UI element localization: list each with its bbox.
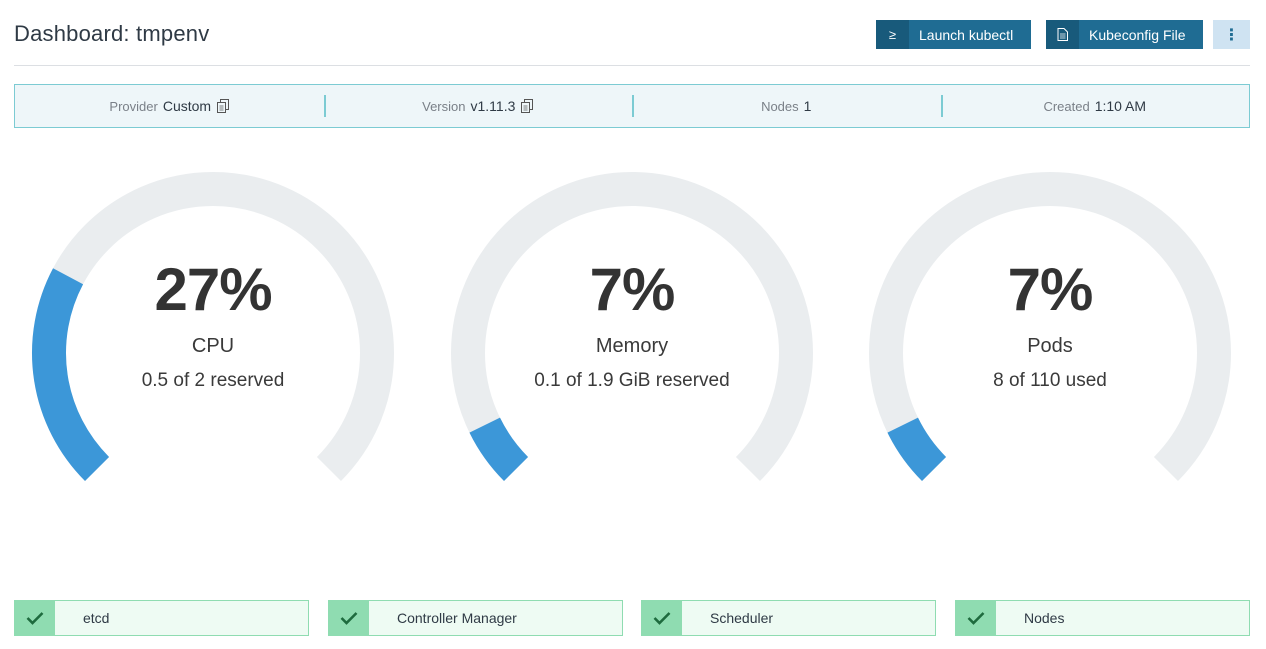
memory-subtitle: 0.1 of 1.9 GiB reserved — [534, 370, 730, 391]
copy-icon[interactable] — [217, 99, 230, 113]
version-value: v1.11.3 — [470, 98, 516, 114]
status-nodes: Nodes — [955, 600, 1250, 636]
kubeconfig-file-button[interactable]: Kubeconfig File — [1046, 20, 1203, 49]
cpu-subtitle: 0.5 of 2 reserved — [141, 370, 285, 391]
status-scheduler: Scheduler — [641, 600, 936, 636]
created-info: Created 1:10 AM — [940, 85, 1250, 127]
pods-percent: 7% — [1007, 256, 1094, 323]
status-label: Controller Manager — [397, 610, 517, 626]
pods-gauge: 7% Pods 8 of 110 used — [865, 170, 1235, 490]
pods-title: Pods — [1027, 335, 1073, 357]
status-controller-manager: Controller Manager — [328, 600, 623, 636]
nodes-label: Nodes — [761, 98, 799, 114]
file-icon — [1046, 20, 1079, 49]
created-value: 1:10 AM — [1094, 98, 1147, 114]
pods-gauge-arc — [869, 172, 1231, 481]
page-header: Dashboard: tmpenv ≥ Launch kubectl Kubec… — [14, 14, 1250, 66]
created-label: Created — [1043, 98, 1090, 114]
provider-label: Provider — [109, 98, 158, 114]
gauge-track — [32, 172, 394, 481]
nodes-value: 1 — [803, 98, 812, 114]
version-info: Version v1.11.3 — [323, 85, 633, 127]
gauge-track — [451, 172, 813, 481]
memory-gauge: 7% Memory 0.1 of 1.9 GiB reserved — [447, 170, 817, 490]
cpu-gauge: 27% CPU 0.5 of 2 reserved — [28, 170, 398, 490]
page-title: Dashboard: tmpenv — [14, 21, 210, 46]
launch-kubectl-label: Launch kubectl — [919, 26, 1014, 43]
status-label: Nodes — [1024, 610, 1065, 626]
cpu-gauge-arc — [32, 172, 394, 481]
gauge-fill — [887, 417, 947, 481]
checkmark-icon — [956, 601, 996, 635]
memory-title: Memory — [595, 335, 669, 357]
header-actions: ≥ Launch kubectl Kubeconfig File ⋮ — [861, 20, 1250, 49]
status-etcd: etcd — [14, 600, 309, 636]
pods-subtitle: 8 of 110 used — [993, 370, 1107, 391]
memory-percent: 7% — [589, 256, 676, 323]
vertical-ellipsis-icon: ⋮ — [1223, 26, 1240, 44]
terminal-icon: ≥ — [876, 20, 909, 49]
cluster-info-bar: Provider Custom Version v1.11.3 Nodes 1 … — [14, 84, 1250, 128]
launch-kubectl-button[interactable]: ≥ Launch kubectl — [876, 20, 1031, 49]
more-actions-button[interactable]: ⋮ — [1213, 20, 1250, 49]
gauge-track — [869, 172, 1231, 481]
kubeconfig-file-label: Kubeconfig File — [1089, 26, 1186, 43]
checkmark-icon — [15, 601, 55, 635]
status-label: Scheduler — [710, 610, 774, 626]
cpu-percent: 27% — [154, 256, 272, 323]
checkmark-icon — [329, 601, 369, 635]
copy-icon[interactable] — [521, 99, 534, 113]
checkmark-icon — [642, 601, 682, 635]
cpu-title: CPU — [191, 335, 235, 357]
provider-info: Provider Custom — [15, 85, 324, 127]
nodes-info: Nodes 1 — [632, 85, 941, 127]
gauge-fill — [469, 417, 529, 481]
status-label: etcd — [83, 610, 110, 626]
version-label: Version — [422, 98, 466, 114]
memory-gauge-arc — [451, 172, 813, 481]
provider-value: Custom — [162, 98, 212, 114]
